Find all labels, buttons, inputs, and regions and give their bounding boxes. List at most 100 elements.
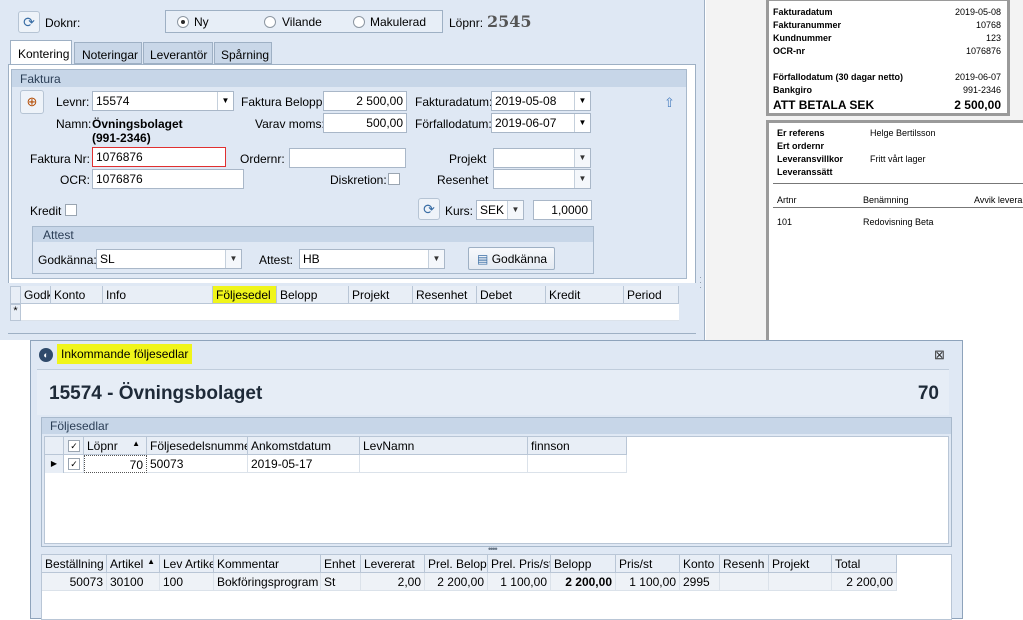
chevron-down-icon[interactable]: ▼ xyxy=(428,250,444,268)
cell-enhet[interactable]: St xyxy=(321,573,361,591)
cell-pris-st[interactable]: 1 100,00 xyxy=(616,573,680,591)
levnr-input[interactable]: 15574 ▼ xyxy=(92,91,234,111)
kurs-input[interactable]: 1,0000 xyxy=(533,200,592,220)
resenhet-select[interactable]: ▼ xyxy=(493,169,591,189)
col-enhet[interactable]: Enhet xyxy=(321,555,361,573)
col-projekt[interactable]: Projekt xyxy=(349,286,413,304)
attest-value: HB xyxy=(303,252,320,266)
kredit-checkbox[interactable] xyxy=(65,204,77,216)
chevron-down-icon[interactable]: ▼ xyxy=(574,149,590,167)
dialog-titlebar[interactable]: ◐ Inkommande följesedlar ⊠ xyxy=(31,341,962,368)
invoice-value: 2019-05-08 xyxy=(954,7,1001,17)
close-icon[interactable]: ⊠ xyxy=(934,347,945,363)
col-ankomstdatum[interactable]: Ankomstdatum xyxy=(248,437,360,455)
row-checkbox-cell[interactable]: ✓ xyxy=(64,455,84,473)
ocr-input[interactable]: 1076876 xyxy=(92,169,244,189)
namn-org: (991-2346) xyxy=(92,131,151,145)
calendar-dropdown-icon[interactable]: ▼ xyxy=(574,114,590,132)
collapse-up-icon[interactable]: ⇧ xyxy=(664,95,675,111)
col-debet[interactable]: Debet xyxy=(477,286,546,304)
moms-input[interactable]: 500,00 xyxy=(323,113,407,133)
cell-projekt[interactable] xyxy=(769,573,832,591)
col-total[interactable]: Total xyxy=(832,555,897,573)
cell-levererat[interactable]: 2,00 xyxy=(361,573,425,591)
cell-kommentar[interactable]: Bokföringsprogram xyxy=(214,573,321,591)
cell-prel-belopp[interactable]: 2 200,00 xyxy=(425,573,488,591)
refresh-icon: ⟳ xyxy=(23,14,35,30)
cell-bestallning[interactable]: 50073 xyxy=(42,573,107,591)
forfallodatum-input[interactable]: 2019-06-07 ▼ xyxy=(491,113,591,133)
cell-konto[interactable]: 2995 xyxy=(680,573,720,591)
tab-kontering[interactable]: Kontering xyxy=(10,40,72,65)
col-prel-belopp[interactable]: Prel. Belopp xyxy=(425,555,488,573)
tab-sparning[interactable]: Spårning xyxy=(214,42,272,64)
fakturadatum-input[interactable]: 2019-05-08 ▼ xyxy=(491,91,591,111)
item-header-artnr: Artnr xyxy=(777,195,797,205)
projekt-select[interactable]: ▼ xyxy=(493,148,591,168)
col-finnson[interactable]: finnson xyxy=(528,437,627,455)
diskretion-checkbox[interactable] xyxy=(388,173,400,185)
col-foljesedelsnummer[interactable]: Följesedelsnummer xyxy=(147,437,248,455)
col-lopnr[interactable]: Löpnr ▲ xyxy=(84,437,147,455)
chevron-down-icon[interactable]: ▼ xyxy=(574,170,590,188)
col-resenh[interactable]: Resenh xyxy=(720,555,769,573)
col-levnamn[interactable]: LevNamn xyxy=(360,437,528,455)
col-kommentar[interactable]: Kommentar xyxy=(214,555,321,573)
belopp-input[interactable]: 2 500,00 xyxy=(323,91,407,111)
radio-ny[interactable] xyxy=(177,16,189,28)
col-artikel[interactable]: Artikel ▲ xyxy=(107,555,160,573)
col-period[interactable]: Period xyxy=(624,286,679,304)
cell-resenh[interactable] xyxy=(720,573,769,591)
godkanna-button[interactable]: ▤ Godkänna xyxy=(468,247,555,270)
splitter-handle[interactable]: · · · xyxy=(699,273,702,292)
col-prel-pris[interactable]: Prel. Pris/st xyxy=(488,555,551,573)
radio-vilande[interactable] xyxy=(264,16,276,28)
row-checkbox[interactable]: ✓ xyxy=(68,458,80,470)
attest-select[interactable]: HB ▼ xyxy=(299,249,445,269)
col-konto[interactable]: Konto xyxy=(680,555,720,573)
refresh-doknr-button[interactable]: ⟳ xyxy=(18,11,40,33)
cell-belopp[interactable]: 2 200,00 xyxy=(551,573,616,591)
chevron-down-icon[interactable]: ▼ xyxy=(225,250,241,268)
cell-lev-artikel[interactable]: 100 xyxy=(160,573,214,591)
cell-levnamn[interactable] xyxy=(360,455,528,473)
chevron-down-icon[interactable]: ▼ xyxy=(217,92,233,110)
currency-select[interactable]: SEK ▼ xyxy=(476,200,524,220)
supplier-lookup-button[interactable]: ⊕ xyxy=(20,90,44,114)
col-belopp[interactable]: Belopp xyxy=(277,286,349,304)
col-pris-st[interactable]: Pris/st xyxy=(616,555,680,573)
cell-ankomstdatum[interactable]: 2019-05-17 xyxy=(248,455,360,473)
refresh-kurs-button[interactable]: ⟳ xyxy=(418,198,440,220)
col-kredit[interactable]: Kredit xyxy=(546,286,624,304)
col-info[interactable]: Info xyxy=(103,286,213,304)
tab-leverantor[interactable]: Leverantör xyxy=(143,42,213,64)
col-artikel-label: Artikel xyxy=(110,557,144,571)
col-lev-artikel[interactable]: Lev Artikel xyxy=(160,555,214,573)
col-levererat[interactable]: Levererat xyxy=(361,555,425,573)
col-projekt[interactable]: Projekt xyxy=(769,555,832,573)
select-all-checkbox[interactable]: ✓ xyxy=(68,440,80,452)
cell-prel-pris[interactable]: 1 100,00 xyxy=(488,573,551,591)
col-resenhet[interactable]: Resenhet xyxy=(413,286,477,304)
cell-lopnr[interactable]: 70 xyxy=(84,455,147,473)
col-godk[interactable]: Godk xyxy=(21,286,51,304)
godkanna-select[interactable]: SL ▼ xyxy=(96,249,242,269)
cell-finnson[interactable] xyxy=(528,455,627,473)
cell-total[interactable]: 2 200,00 xyxy=(832,573,897,591)
col-select-all[interactable]: ✓ xyxy=(64,437,84,455)
calendar-dropdown-icon[interactable]: ▼ xyxy=(574,92,590,110)
chevron-down-icon[interactable]: ▼ xyxy=(507,201,523,219)
col-belopp[interactable]: Belopp xyxy=(551,555,616,573)
new-row-marker[interactable]: * xyxy=(10,304,21,321)
cell-artikel[interactable]: 30100 xyxy=(107,573,160,591)
col-foljesedel[interactable]: Följesedel xyxy=(213,286,277,304)
splitter-handle[interactable]: •••• xyxy=(488,544,498,554)
fakturanr-input[interactable]: 1076876 xyxy=(92,147,226,167)
ordernr-input[interactable] xyxy=(289,148,406,168)
tab-noteringar[interactable]: Noteringar xyxy=(74,42,142,64)
col-konto[interactable]: Konto xyxy=(51,286,103,304)
cell-foljesedelsnummer[interactable]: 50073 xyxy=(147,455,248,473)
col-bestallning[interactable]: Beställning xyxy=(42,555,107,573)
radio-makulerad[interactable] xyxy=(353,16,365,28)
new-row[interactable] xyxy=(21,304,679,321)
